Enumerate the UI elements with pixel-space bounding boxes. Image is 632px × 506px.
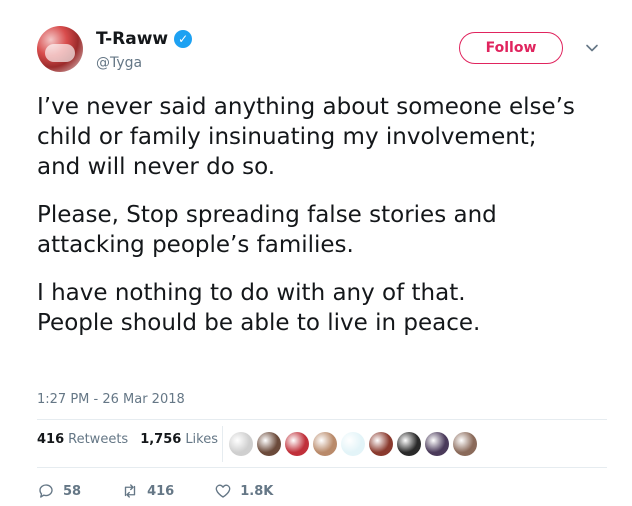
like-action-count: 1.8K [240,483,274,499]
reply-icon [39,484,53,498]
retweet-label[interactable]: Retweets [68,432,128,447]
liker-avatar[interactable] [285,432,309,456]
liker-avatar[interactable] [453,432,477,456]
name-row: T-Raww ✓ [96,29,193,49]
retweet-action-count: 416 [147,483,175,499]
tweet-paragraph-2: Please, Stop spreading false stories and… [37,202,497,258]
verified-badge-icon: ✓ [174,30,193,48]
retweet-count[interactable]: 416 [37,432,64,447]
avatar[interactable] [37,26,83,72]
retweet-button[interactable]: 416 [121,482,174,500]
like-label[interactable]: Likes [185,432,218,447]
display-name[interactable]: T-Raww [96,29,168,49]
tweet-paragraph-1: I’ve never said anything about someone e… [37,94,575,180]
liker-avatar[interactable] [397,432,421,456]
liker-avatars [222,426,481,462]
tweet-stats: 416 Retweets 1,756 Likes [37,432,230,447]
retweet-icon [124,484,136,498]
liker-avatar[interactable] [313,432,337,456]
liker-avatar[interactable] [425,432,449,456]
liker-avatar[interactable] [257,432,281,456]
tweet-actions: 58 416 1.8K [37,482,313,500]
user-handle[interactable]: @Tyga [96,54,142,72]
follow-button[interactable]: Follow [459,32,563,64]
reply-button[interactable]: 58 [37,482,81,500]
tweet-timestamp[interactable]: 1:27 PM - 26 Mar 2018 [37,392,185,407]
liker-avatar[interactable] [229,432,253,456]
divider [37,419,607,420]
divider [37,467,607,468]
tweet-paragraph-3: I have nothing to do with any of that. P… [37,280,481,336]
liker-avatar[interactable] [341,432,365,456]
liker-avatar[interactable] [369,432,393,456]
chevron-down-icon[interactable] [582,38,602,58]
tweet-header: T-Raww ✓ @Tyga Follow [37,26,607,82]
like-count[interactable]: 1,756 [140,432,181,447]
reply-count: 58 [63,483,82,499]
tweet-text: I’ve never said anything about someone e… [37,92,607,356]
heart-icon [215,484,231,498]
like-button[interactable]: 1.8K [214,482,273,500]
